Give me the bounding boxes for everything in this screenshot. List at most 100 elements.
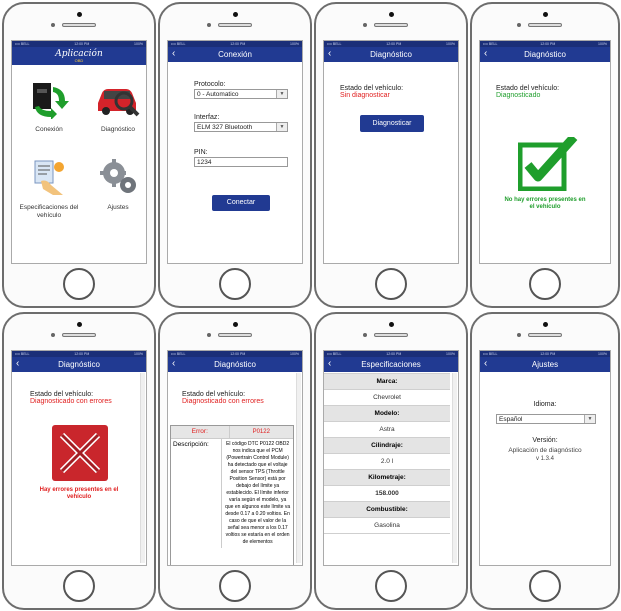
pin-input[interactable]: 1234 xyxy=(194,157,288,167)
result-text: Hay errores presentes en el vehículo xyxy=(39,487,119,500)
back-icon[interactable]: ‹ xyxy=(484,47,487,61)
spec-header: Combustible: xyxy=(324,501,450,517)
state-label: Estado del vehículo: xyxy=(340,85,404,92)
nav-bar: ‹ Especificaciones xyxy=(324,357,458,372)
scrollbar[interactable] xyxy=(452,373,457,563)
checkmark-icon xyxy=(518,137,578,191)
error-label: Error: xyxy=(171,426,230,438)
interface-select[interactable]: ELM 327 Bluetooth ▼ xyxy=(194,122,288,132)
diagnose-button[interactable]: Diagnosticar xyxy=(360,115,424,132)
screen-diag-ok: •••• BELL 12:00 PM 100% ‹ Diagnóstico Esta… xyxy=(479,40,611,264)
menu-item-diagnostico[interactable]: Diagnóstico xyxy=(86,77,146,134)
nav-bar: ‹ Diagnóstico xyxy=(324,47,458,62)
state-value: Diagnosticado xyxy=(496,92,541,99)
description-text: El código DTC P0122 OBD2 nos indica que … xyxy=(225,441,291,545)
gears-icon xyxy=(100,159,136,193)
pin-label: PIN: xyxy=(194,149,208,156)
app-logo-sub: OBD xyxy=(74,58,84,63)
page-title: Diagnóstico xyxy=(58,360,100,369)
specs-list: Marca: Chevrolet Modelo: Astra Cilindraj… xyxy=(324,373,450,534)
screen-diag-initial: •••• BELL 12:00 PM 100% ‹ Diagnóstico Esta… xyxy=(323,40,459,264)
chevron-down-icon: ▼ xyxy=(276,90,287,98)
nav-bar: ‹ Diagnóstico xyxy=(168,357,302,372)
spec-header: Cilindraje: xyxy=(324,437,450,453)
back-icon[interactable]: ‹ xyxy=(328,47,331,61)
menu-label: Especificaciones del vehículo xyxy=(19,204,79,219)
car-magnifier-icon xyxy=(98,89,140,117)
state-label: Estado del vehículo: xyxy=(182,391,246,398)
home-button[interactable] xyxy=(219,570,251,602)
nav-bar: ‹ Diagnóstico xyxy=(480,47,610,62)
spec-hand-icon xyxy=(34,160,64,195)
table-row: Error: P0122 xyxy=(171,426,293,439)
home-button[interactable] xyxy=(529,570,561,602)
page-title: Diagnóstico xyxy=(370,50,412,59)
state-value: Sin diagnosticar xyxy=(340,92,390,99)
page-title: Diagnóstico xyxy=(214,360,256,369)
connect-button[interactable]: Conectar xyxy=(212,195,270,211)
page-title: Ajustes xyxy=(531,360,559,369)
protocol-label: Protocolo: xyxy=(194,81,226,88)
version-number: v 1.3.4 xyxy=(535,456,554,462)
error-x-icon xyxy=(52,425,108,481)
menu-item-conexion[interactable]: Conexión xyxy=(17,77,81,134)
scrollbar[interactable] xyxy=(140,373,145,563)
language-label: Idioma: xyxy=(533,401,557,408)
spec-header: Modelo: xyxy=(324,405,450,421)
language-select[interactable]: Español ▼ xyxy=(496,414,596,424)
page-title: Diagnóstico xyxy=(524,50,566,59)
page-title: Conexión xyxy=(218,50,252,59)
screen-specs: •••• BELL 12:00 PM 100% ‹ Especificaciones… xyxy=(323,350,459,566)
menu-item-ajustes[interactable]: Ajustes xyxy=(86,157,146,212)
back-icon[interactable]: ‹ xyxy=(172,47,175,61)
scrollbar[interactable] xyxy=(296,373,301,563)
menu-label: Diagnóstico xyxy=(101,126,135,133)
nav-bar: ‹ Diagnóstico xyxy=(12,357,146,372)
phone-diag-ok: •••• BELL 12:00 PM 100% ‹ Diagnóstico Esta… xyxy=(470,2,620,308)
state-label: Estado del vehículo: xyxy=(30,391,94,398)
nav-bar: ‹ Conexión xyxy=(168,47,302,62)
state-value: Diagnosticado con errores xyxy=(30,398,112,405)
phone-diag-details: •••• BELL 12:00 PM 100% ‹ Diagnóstico Esta… xyxy=(158,312,312,610)
menu-label: Ajustes xyxy=(107,204,129,211)
screen-diag-errors: •••• BELL 12:00 PM 100% ‹ Diagnóstico Esta… xyxy=(11,350,147,566)
spec-value: Astra xyxy=(324,421,450,437)
spec-header: Marca: xyxy=(324,373,450,389)
back-icon[interactable]: ‹ xyxy=(16,357,19,371)
home-button[interactable] xyxy=(529,268,561,300)
home-button[interactable] xyxy=(375,268,407,300)
back-icon[interactable]: ‹ xyxy=(172,357,175,371)
version-label: Versión: xyxy=(532,437,558,444)
interface-label: Interfaz: xyxy=(194,114,220,121)
screen-conexion: •••• BELL 12:00 PM 100% ‹ Conexión Protoco… xyxy=(167,40,303,264)
page-title: Especificaciones xyxy=(361,360,421,369)
back-icon[interactable]: ‹ xyxy=(328,357,331,371)
screen-home: •••• BELL 12:00 PM 100% Aplicación OBD Con… xyxy=(11,40,147,264)
spec-header: Kilometraje: xyxy=(324,469,450,485)
spec-value: 2.0 l xyxy=(324,453,450,469)
speaker xyxy=(62,23,96,27)
home-button[interactable] xyxy=(375,570,407,602)
chevron-down-icon: ▼ xyxy=(276,123,287,131)
obd-connector-icon xyxy=(33,83,69,120)
spec-value: 158.000 xyxy=(324,485,450,501)
phone-diag-initial: •••• BELL 12:00 PM 100% ‹ Diagnóstico Esta… xyxy=(314,2,468,308)
app-header: Aplicación OBD xyxy=(12,47,146,65)
menu-item-especificaciones[interactable]: Especificaciones del vehículo xyxy=(17,157,81,220)
phone-ajustes: •••• BELL 12:00 PM 100% ‹ Ajustes Idioma: … xyxy=(470,312,620,610)
home-button[interactable] xyxy=(219,268,251,300)
home-button[interactable] xyxy=(63,570,95,602)
camera xyxy=(76,12,82,17)
state-label: Estado del vehículo: xyxy=(496,85,560,92)
state-value: Diagnosticado con errores xyxy=(182,398,264,405)
back-icon[interactable]: ‹ xyxy=(484,357,487,371)
chevron-down-icon: ▼ xyxy=(584,415,595,423)
phone-home: •••• BELL 12:00 PM 100% Aplicación OBD Con… xyxy=(2,2,156,308)
home-button[interactable] xyxy=(63,268,95,300)
spec-value: Gasolina xyxy=(324,517,450,534)
protocol-select[interactable]: 0 - Automatico ▼ xyxy=(194,89,288,99)
description-label: Descripción: xyxy=(171,439,223,548)
phone-conexion: •••• BELL 12:00 PM 100% ‹ Conexión Protoco… xyxy=(158,2,312,308)
error-table: Error: P0122 Descripción: El código DTC … xyxy=(170,425,294,565)
menu-label: Conexión xyxy=(35,126,63,133)
